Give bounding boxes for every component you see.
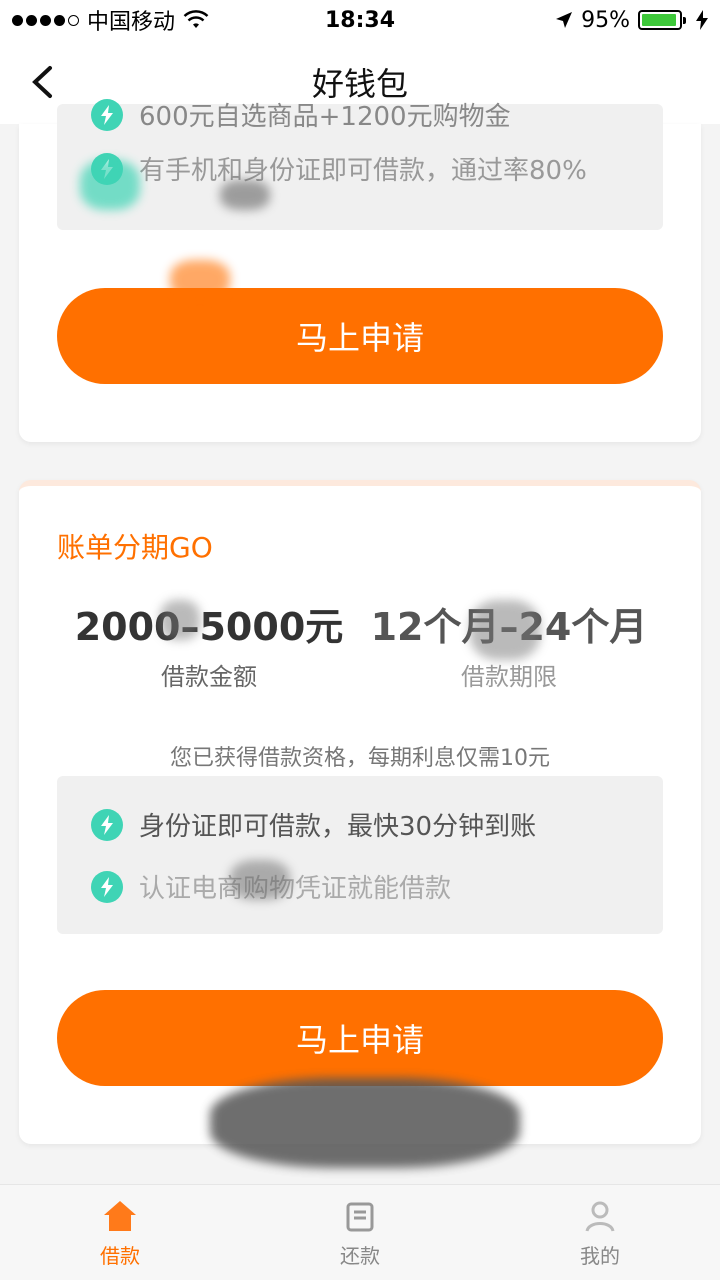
repay-icon <box>346 1202 374 1232</box>
feature-text: 600元自选商品+1200元购物金 <box>139 102 511 132</box>
bolt-icon <box>91 808 123 841</box>
tab-borrow[interactable]: 借款 <box>0 1185 240 1280</box>
qualify-note: 您已获得借款资格，每期利息仅需10元 <box>170 746 550 771</box>
tab-bar: 借款 还款 我的 <box>0 1184 720 1280</box>
loan-amount-stat: 2000–5000元 借款金额 <box>59 596 359 692</box>
battery-icon <box>638 10 686 30</box>
status-right: 95% <box>555 8 708 33</box>
loan-amount-label: 借款金额 <box>161 663 257 691</box>
bolt-icon <box>91 152 123 185</box>
feature-item: 认证电商购物凭证就能借款 <box>91 868 451 905</box>
home-icon <box>104 1201 136 1231</box>
charging-icon <box>696 10 708 30</box>
loan-amount-value: 2000–5000元 <box>74 605 344 649</box>
tab-profile[interactable]: 我的 <box>480 1185 720 1280</box>
profile-icon <box>585 1201 615 1232</box>
feature-item: 有手机和身份证即可借款，通过率80% <box>91 150 587 187</box>
loan-card-top: 600元自选商品+1200元购物金 有手机和身份证即可借款，通过率80% 马上申… <box>19 98 701 442</box>
carrier-name: 中国移动 <box>87 10 176 35</box>
apply-button[interactable]: 马上申请 <box>57 288 663 384</box>
feature-item: 身份证即可借款，最快30分钟到账 <box>91 806 536 843</box>
battery-percent: 95% <box>581 7 630 33</box>
bolt-icon <box>91 870 123 903</box>
loan-term-stat: 12个月–24个月 借款期限 <box>359 596 659 692</box>
tab-label: 还款 <box>340 1244 380 1268</box>
feature-item: 600元自选商品+1200元购物金 <box>91 96 511 133</box>
status-bar: 中国移动 18:34 95% <box>0 0 720 40</box>
signal-icon <box>12 14 79 26</box>
chevron-left-icon <box>32 66 52 98</box>
feature-box: 身份证即可借款，最快30分钟到账 认证电商购物凭证就能借款 <box>57 776 663 934</box>
tab-label: 借款 <box>100 1244 140 1268</box>
feature-text: 有手机和身份证即可借款，通过率80% <box>139 156 587 186</box>
apply-button[interactable]: 马上申请 <box>57 990 663 1086</box>
feature-text: 身份证即可借款，最快30分钟到账 <box>139 812 537 842</box>
feature-box: 600元自选商品+1200元购物金 有手机和身份证即可借款，通过率80% <box>57 98 663 230</box>
loan-term-label: 借款期限 <box>461 663 557 691</box>
location-arrow-icon <box>556 12 573 28</box>
tab-label: 我的 <box>580 1244 620 1268</box>
bolt-icon <box>91 98 123 131</box>
tab-repay[interactable]: 还款 <box>240 1185 480 1280</box>
feature-text: 认证电商购物凭证就能借款 <box>139 874 452 904</box>
loan-term-value: 12个月–24个月 <box>370 605 648 649</box>
status-left: 中国移动 <box>12 4 209 36</box>
loan-card-bill-installment: 账单分期GO 2000–5000元 借款金额 12个月–24个月 借款期限 您已… <box>19 480 701 1144</box>
card-heading: 账单分期GO <box>57 531 213 564</box>
wifi-icon <box>183 10 209 28</box>
back-button[interactable] <box>22 62 62 102</box>
